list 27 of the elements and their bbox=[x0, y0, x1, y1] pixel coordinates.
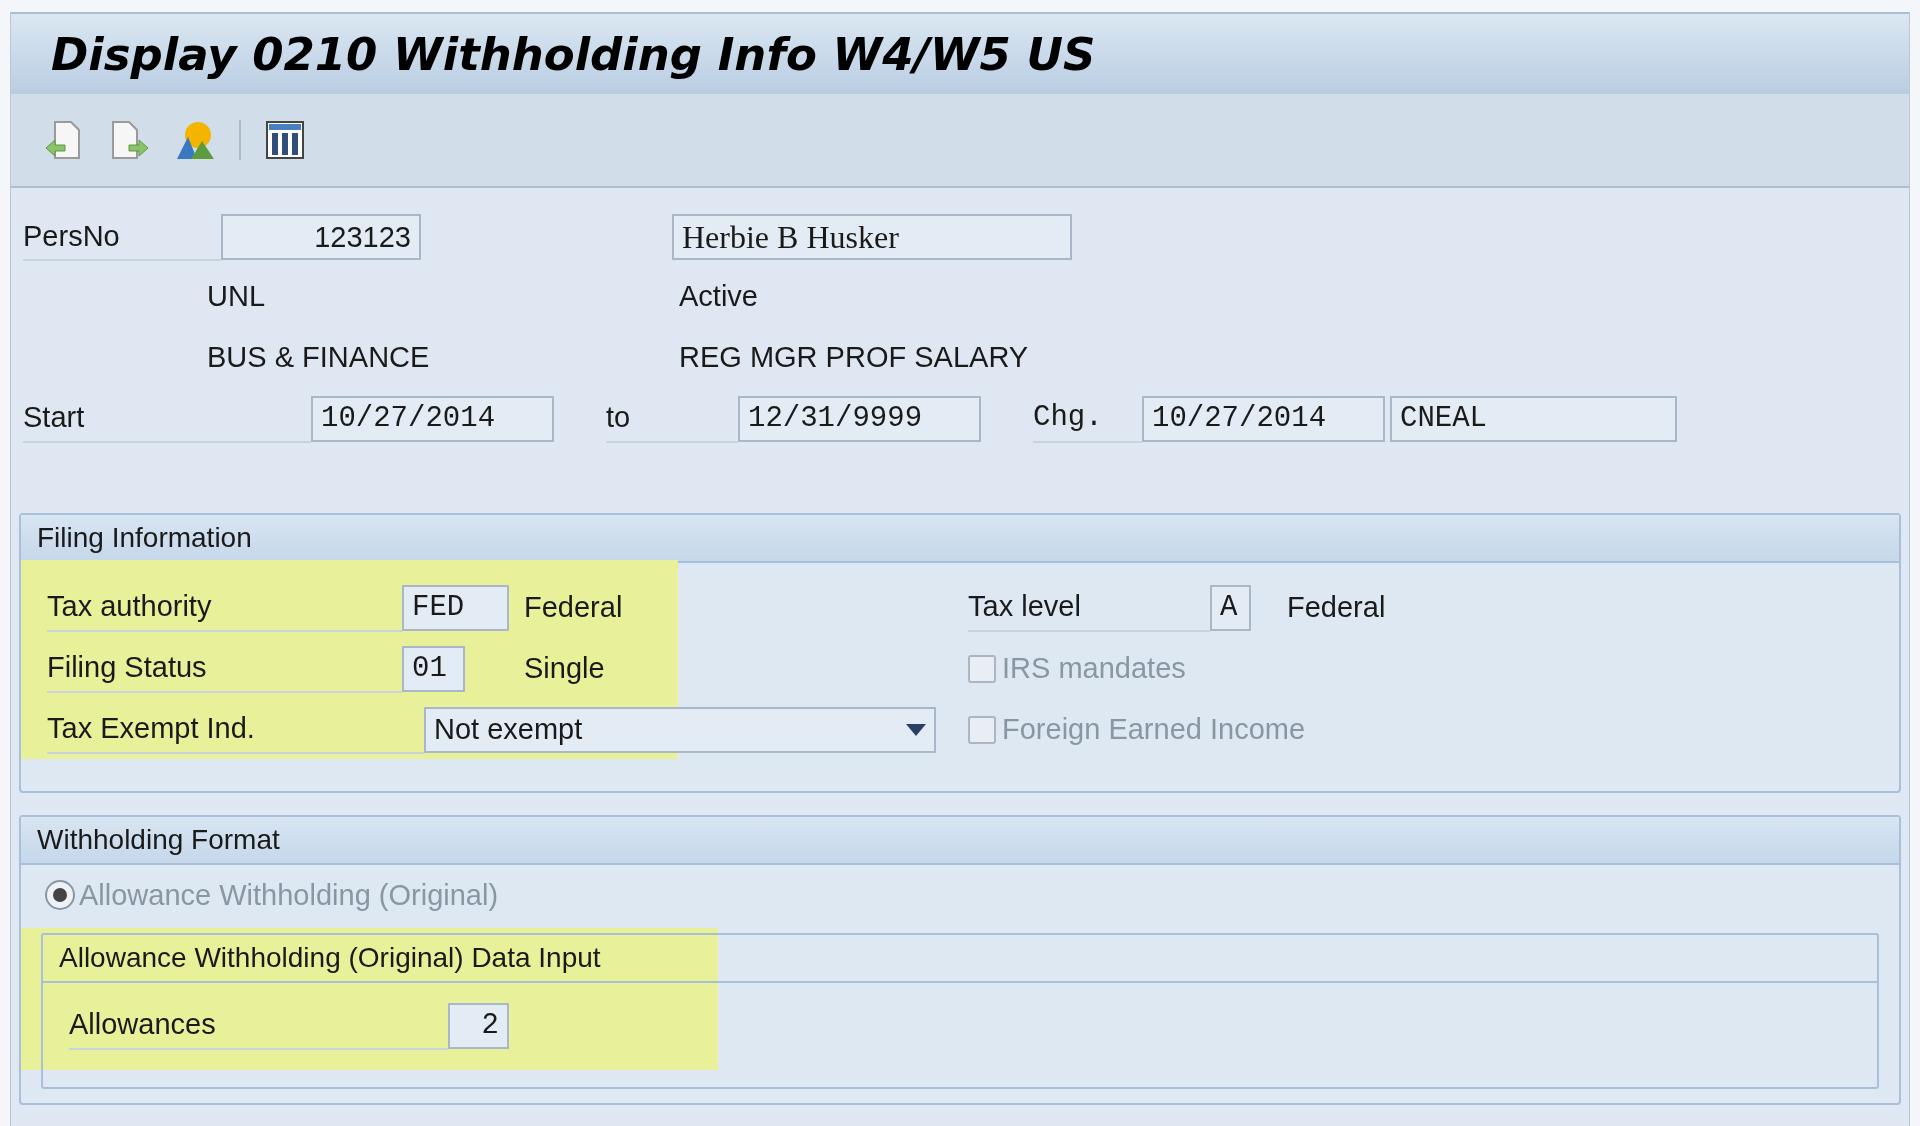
tax-exempt-dropdown[interactable]: Not exempt bbox=[424, 706, 936, 753]
end-date-field[interactable]: 12/31/9999 bbox=[738, 395, 981, 442]
window-title: Display 0210 Withholding Info W4/W5 US bbox=[51, 27, 1096, 81]
tax-authority-field[interactable]: FED bbox=[402, 584, 509, 631]
allowances-field[interactable]: 2 bbox=[448, 1002, 509, 1049]
filing-status-text: Single bbox=[524, 652, 605, 685]
employee-name-field[interactable]: Herbie B Husker bbox=[672, 214, 1072, 260]
position-text: REG MGR PROF SALARY bbox=[679, 341, 1029, 374]
table-columns-icon[interactable] bbox=[263, 118, 307, 162]
checkbox-label: Foreign Earned Income bbox=[1002, 713, 1306, 746]
personnel-number-field[interactable]: 123123 bbox=[221, 214, 421, 260]
filing-status-field[interactable]: 01 bbox=[402, 645, 465, 692]
tax-authority-text: Federal bbox=[524, 591, 623, 624]
changed-date-field[interactable]: 10/27/2014 bbox=[1142, 395, 1385, 442]
subsection-title: Allowance Withholding (Original) Data Input bbox=[59, 942, 601, 974]
section-title: Filing Information bbox=[37, 522, 252, 554]
tax-level-field[interactable]: A bbox=[1210, 584, 1251, 631]
department-text: BUS & FINANCE bbox=[207, 341, 431, 374]
dropdown-caret-icon bbox=[906, 723, 926, 736]
tax-level-text: Federal bbox=[1287, 591, 1386, 624]
changed-by-field[interactable]: CNEAL bbox=[1390, 395, 1677, 442]
org-unit-text: UNL bbox=[207, 280, 266, 313]
section-title: Withholding Format bbox=[37, 824, 280, 856]
radio-label: Allowance Withholding (Original) bbox=[79, 878, 499, 912]
status-text: Active bbox=[679, 280, 758, 313]
start-date-field[interactable]: 10/27/2014 bbox=[311, 395, 554, 442]
checkbox-label: IRS mandates bbox=[1002, 652, 1186, 685]
